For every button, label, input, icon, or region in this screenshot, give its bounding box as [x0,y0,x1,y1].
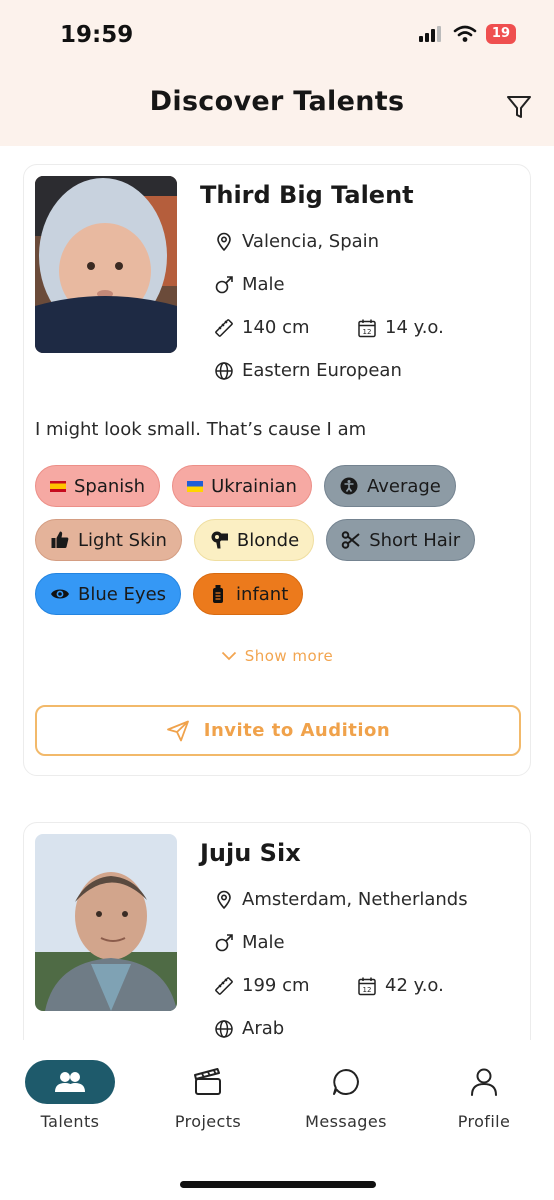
gender-text: Male [242,274,285,295]
ruler-icon [215,318,233,337]
nav-talents[interactable]: Talents [10,1060,130,1131]
ethnicity-text: Arab [242,1018,285,1039]
invite-label: Invite to Audition [203,720,391,741]
nav-label: Talents [40,1112,100,1131]
location-text: Valencia, Spain [242,231,380,252]
accessibility-icon [340,477,358,495]
status-icons: 19 [418,24,516,44]
talent-list[interactable]: Third Big Talent Valencia, Spain Male 14… [0,146,554,1040]
filter-icon[interactable] [504,92,534,122]
nav-talents-pill[interactable] [25,1060,115,1104]
location-row: Valencia, Spain [214,231,379,252]
svg-text:12: 12 [363,328,372,336]
calendar-icon: 12 [358,319,376,337]
talent-card[interactable]: Third Big Talent Valencia, Spain Male 14… [23,164,531,776]
gender-row: Male [214,274,285,295]
scissors-icon [341,531,360,549]
talent-name: Juju Six [200,839,301,867]
gender-text: Male [242,932,285,953]
calendar-icon: 12 [358,977,376,995]
eye-icon [51,589,69,599]
ukraine-flag-icon [187,480,204,492]
top-bar: 19:59 19 Discover Talents [0,0,554,146]
tag-ukrainian: Ukrainian [172,465,312,507]
bottom-nav: Talents Projects Messages Profile [0,1040,554,1200]
tag-average: Average [323,465,456,507]
chevron-down-icon [221,651,236,661]
nav-profile[interactable]: Profile [424,1060,544,1131]
signal-icon [418,26,441,42]
show-more-label: Show more [244,647,334,665]
tag-spanish: Spanish [35,465,161,507]
globe-icon [215,361,233,380]
tag-blue-eyes: Blue Eyes [35,573,182,615]
talent-photo [35,834,177,1011]
send-icon [166,720,189,741]
location-pin-icon [217,232,231,251]
talent-bio: I might look small. That’s cause I am [35,419,367,440]
person-icon [471,1068,497,1096]
tag-blonde: Blonde [193,519,315,561]
nav-label: Profile [457,1112,511,1131]
talent-photo [35,176,177,353]
height-row: 199 cm [214,975,310,996]
users-icon [55,1072,85,1092]
hair-dryer-icon [211,531,228,549]
tag-label: Short Hair [369,529,461,551]
ethnicity-text: Eastern European [242,360,402,381]
tag-infant: infant [193,573,304,615]
height-text: 140 cm [242,317,310,338]
tag-label: Blue Eyes [78,583,167,605]
tag-label: Light Skin [78,529,167,551]
tag-light-skin: Light Skin [35,519,182,561]
age-row: 12 42 y.o. [357,975,444,996]
nav-projects[interactable]: Projects [148,1060,268,1131]
ethnicity-row: Arab [214,1018,284,1039]
nav-label: Messages [305,1112,387,1131]
invite-to-audition-button[interactable]: Invite to Audition [35,705,521,756]
chat-bubble-icon [333,1069,359,1095]
male-icon [215,933,233,951]
status-time: 19:59 [60,22,134,48]
age-row: 12 14 y.o. [357,317,444,338]
tag-short-hair: Short Hair [326,519,476,561]
location-row: Amsterdam, Netherlands [214,889,468,910]
talent-name: Third Big Talent [200,181,414,209]
tag-label: infant [236,583,289,605]
location-text: Amsterdam, Netherlands [242,889,468,910]
height-text: 199 cm [242,975,310,996]
svg-text:12: 12 [363,986,372,994]
thumbs-up-icon [51,531,69,548]
tag-label: Average [366,475,441,497]
nav-profile-pill[interactable] [439,1060,529,1104]
nav-messages[interactable]: Messages [286,1060,406,1131]
age-text: 14 y.o. [385,317,444,338]
globe-icon [215,1019,233,1038]
male-icon [215,275,233,293]
tag-label: Spanish [74,475,146,497]
nav-projects-pill[interactable] [163,1060,253,1104]
location-pin-icon [217,890,231,909]
height-row: 140 cm [214,317,310,338]
wifi-icon [453,25,477,42]
spain-flag-icon [50,480,66,492]
baby-bottle-icon [213,585,224,603]
home-indicator [180,1181,376,1188]
ethnicity-row: Eastern European [214,360,402,381]
show-more-button[interactable]: Show more [24,647,530,665]
nav-messages-pill[interactable] [301,1060,391,1104]
tag-label: Blonde [236,529,300,551]
talent-card[interactable]: Juju Six Amsterdam, Netherlands Male 199… [23,822,531,1040]
tag-list: Spanish Ukrainian Average Light Skin Blo… [35,465,525,627]
clapperboard-icon [194,1068,221,1095]
gender-row: Male [214,932,285,953]
battery-indicator: 19 [485,24,516,44]
age-text: 42 y.o. [385,975,444,996]
page-title: Discover Talents [149,86,405,117]
ruler-icon [215,976,233,995]
nav-label: Projects [174,1112,242,1131]
tag-label: Ukrainian [211,475,297,497]
